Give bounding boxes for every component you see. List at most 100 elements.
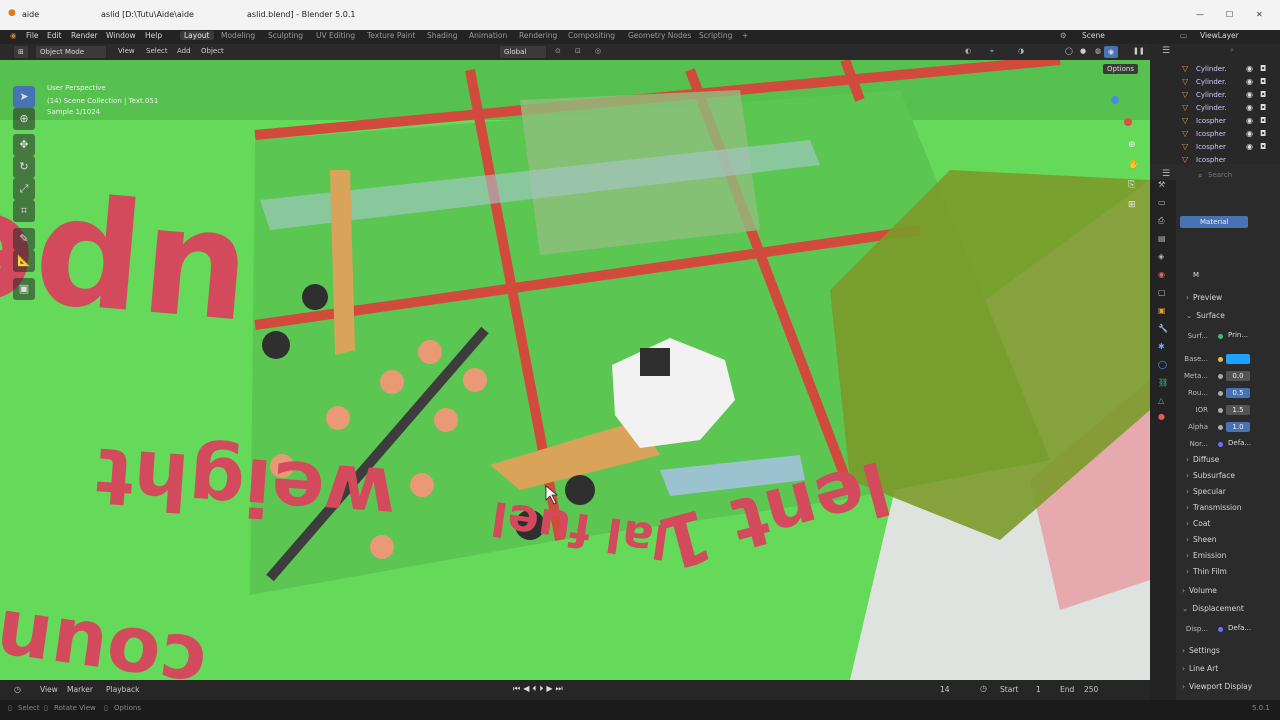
header-menu-object[interactable]: Object <box>201 47 224 55</box>
header-menu-add[interactable]: Add <box>177 47 191 55</box>
menu-render[interactable]: Render <box>71 31 98 40</box>
list-item[interactable]: ▽ Cylinder. ◉ ◘ <box>1150 102 1280 115</box>
tab-sculpting[interactable]: Sculpting <box>268 31 303 40</box>
rotate-tool-icon[interactable]: ↻ <box>13 156 35 178</box>
normal-field[interactable]: Defa... <box>1228 439 1251 447</box>
list-item[interactable]: ▽ Cylinder. ◉ ◘ <box>1150 76 1280 89</box>
tab-animation[interactable]: Animation <box>469 31 507 40</box>
header-menu-select[interactable]: Select <box>146 47 168 55</box>
measure-tool-icon[interactable]: 📐 <box>13 250 35 272</box>
scene-selector[interactable]: Scene <box>1082 31 1105 40</box>
blender-menu-icon[interactable]: ◉ <box>10 31 17 40</box>
pivot-icon[interactable]: ⊙ <box>555 47 561 55</box>
list-item[interactable]: ▽ Icospher ◉ ◘ <box>1150 115 1280 128</box>
output-tab-icon[interactable]: ⎙ <box>1158 216 1164 226</box>
shading-material-icon[interactable]: ◍ <box>1095 47 1101 55</box>
start-frame-field[interactable]: 1 <box>1036 685 1041 694</box>
camera-icon[interactable]: ◘ <box>1260 64 1266 73</box>
minimize-button[interactable]: — <box>1196 10 1204 19</box>
ior-field[interactable]: 1.5 <box>1226 405 1250 415</box>
particles-tab-icon[interactable]: ✱ <box>1158 342 1165 351</box>
section-settings[interactable]: › Settings <box>1182 646 1220 655</box>
material-tab-icon[interactable]: ● <box>1158 412 1165 421</box>
eye-icon[interactable]: ◉ <box>1246 77 1253 86</box>
mode-dropdown[interactable]: Object Mode <box>36 46 106 58</box>
section-volume[interactable]: › Volume <box>1182 586 1217 595</box>
outliner-filter-icon[interactable]: ⌕ <box>1230 46 1234 55</box>
camera-icon[interactable]: ◘ <box>1260 142 1266 151</box>
section-sheen[interactable]: › Sheen <box>1186 535 1217 544</box>
data-tab-icon[interactable]: △ <box>1158 396 1164 405</box>
object-tab-icon[interactable]: ▣ <box>1158 306 1166 315</box>
grid-view-icon[interactable]: ⊞ <box>1128 200 1136 210</box>
list-item[interactable]: ▽ Icospher <box>1150 154 1280 164</box>
section-transmission[interactable]: › Transmission <box>1186 503 1241 512</box>
tab-shading[interactable]: Shading <box>427 31 457 40</box>
add-cube-tool-icon[interactable]: ▣ <box>13 278 35 300</box>
material-slot-item[interactable]: Material <box>1180 216 1248 228</box>
3d-viewport[interactable]: upensate weight lal fuel lent 1 count fo… <box>0 60 1150 680</box>
world-tab-icon[interactable]: ◉ <box>1158 270 1165 279</box>
camera-icon[interactable]: ◘ <box>1260 129 1266 138</box>
shading-rendered-icon[interactable]: ◉ <box>1104 46 1119 58</box>
overlay-icon[interactable]: ◑ <box>1018 47 1024 55</box>
end-frame-field[interactable]: 250 <box>1084 685 1098 694</box>
constraints-tab-icon[interactable]: ⛓ <box>1158 378 1168 387</box>
menu-edit[interactable]: Edit <box>47 31 62 40</box>
eye-icon[interactable]: ◉ <box>1246 90 1253 99</box>
section-specular[interactable]: › Specular <box>1186 487 1226 496</box>
camera-icon[interactable]: ◘ <box>1260 90 1266 99</box>
pan-icon[interactable]: ✋ <box>1128 160 1139 170</box>
eye-icon[interactable]: ◉ <box>1246 64 1253 73</box>
gizmo-icon[interactable]: ⌖ <box>990 47 994 56</box>
timeline-menu-view[interactable]: View <box>40 685 58 694</box>
section-coat[interactable]: › Coat <box>1186 519 1210 528</box>
tool-tab-icon[interactable]: ⚒ <box>1158 180 1165 189</box>
options-button[interactable]: Options <box>1103 64 1139 74</box>
close-button[interactable]: ✕ <box>1256 10 1263 19</box>
base-color-swatch[interactable] <box>1226 354 1250 364</box>
editor-type-button[interactable]: ⊞ <box>14 46 28 58</box>
modifier-tab-icon[interactable]: 🔧 <box>1158 324 1168 333</box>
scene-tab-icon[interactable]: ◈ <box>1158 252 1164 261</box>
render-tab-icon[interactable]: ▭ <box>1158 198 1166 207</box>
properties-editor-icon[interactable]: ☰ <box>1162 169 1170 179</box>
timeline-menu-playback[interactable]: Playback <box>106 685 139 694</box>
view-layer-tab-icon[interactable]: ▤ <box>1158 234 1166 243</box>
eye-icon[interactable]: ◉ <box>1246 129 1253 138</box>
current-frame-field[interactable]: 14 <box>940 685 950 694</box>
transform-orientation-dropdown[interactable]: Global <box>500 46 546 58</box>
list-item[interactable]: ▽ Cylinder. ◉ ◘ <box>1150 63 1280 76</box>
alpha-field[interactable]: 1.0 <box>1226 422 1250 432</box>
roughness-field[interactable]: 0.5 <box>1226 388 1250 398</box>
tab-compositing[interactable]: Compositing <box>568 31 615 40</box>
camera-icon[interactable]: ◘ <box>1260 116 1266 125</box>
displacement-field[interactable]: Defa... <box>1228 624 1251 632</box>
pause-icon[interactable]: ❚❚ <box>1133 47 1145 55</box>
list-item[interactable]: ▽ Icospher ◉ ◘ <box>1150 141 1280 154</box>
section-thin-film[interactable]: › Thin Film <box>1186 567 1227 576</box>
section-subsurface[interactable]: › Subsurface <box>1186 471 1235 480</box>
section-surface[interactable]: ⌄ Surface <box>1186 311 1225 320</box>
snap-icon[interactable]: ⊡ <box>575 47 581 55</box>
eye-icon[interactable]: ◉ <box>1246 116 1253 125</box>
playback-controls[interactable]: ⏮◀⏴⏵▶⏭ <box>513 684 566 694</box>
camera-icon[interactable]: ◘ <box>1260 103 1266 112</box>
shading-solid-icon[interactable]: ● <box>1080 47 1086 55</box>
shading-wireframe-icon[interactable]: ◯ <box>1065 47 1073 55</box>
metallic-field[interactable]: 0.0 <box>1226 371 1250 381</box>
properties-search-input[interactable]: Search <box>1208 171 1232 179</box>
menu-help[interactable]: Help <box>145 31 162 40</box>
section-preview[interactable]: › Preview <box>1186 293 1222 302</box>
move-tool-icon[interactable]: ✥ <box>13 134 35 156</box>
cursor-tool-icon[interactable]: ⊕ <box>13 108 35 130</box>
select-tool-icon[interactable]: ➤ <box>13 86 35 108</box>
section-line-art[interactable]: › Line Art <box>1182 664 1218 673</box>
list-item[interactable]: ▽ Cylinder. ◉ ◘ <box>1150 89 1280 102</box>
tab-texture-paint[interactable]: Texture Paint <box>367 31 415 40</box>
outliner-editor-icon[interactable]: ☰ <box>1162 46 1170 56</box>
header-menu-view[interactable]: View <box>118 47 135 55</box>
transform-tool-icon[interactable]: ⌗ <box>13 200 35 222</box>
annotate-tool-icon[interactable]: ✎ <box>13 228 35 250</box>
app-tab[interactable]: aide <box>22 10 39 19</box>
